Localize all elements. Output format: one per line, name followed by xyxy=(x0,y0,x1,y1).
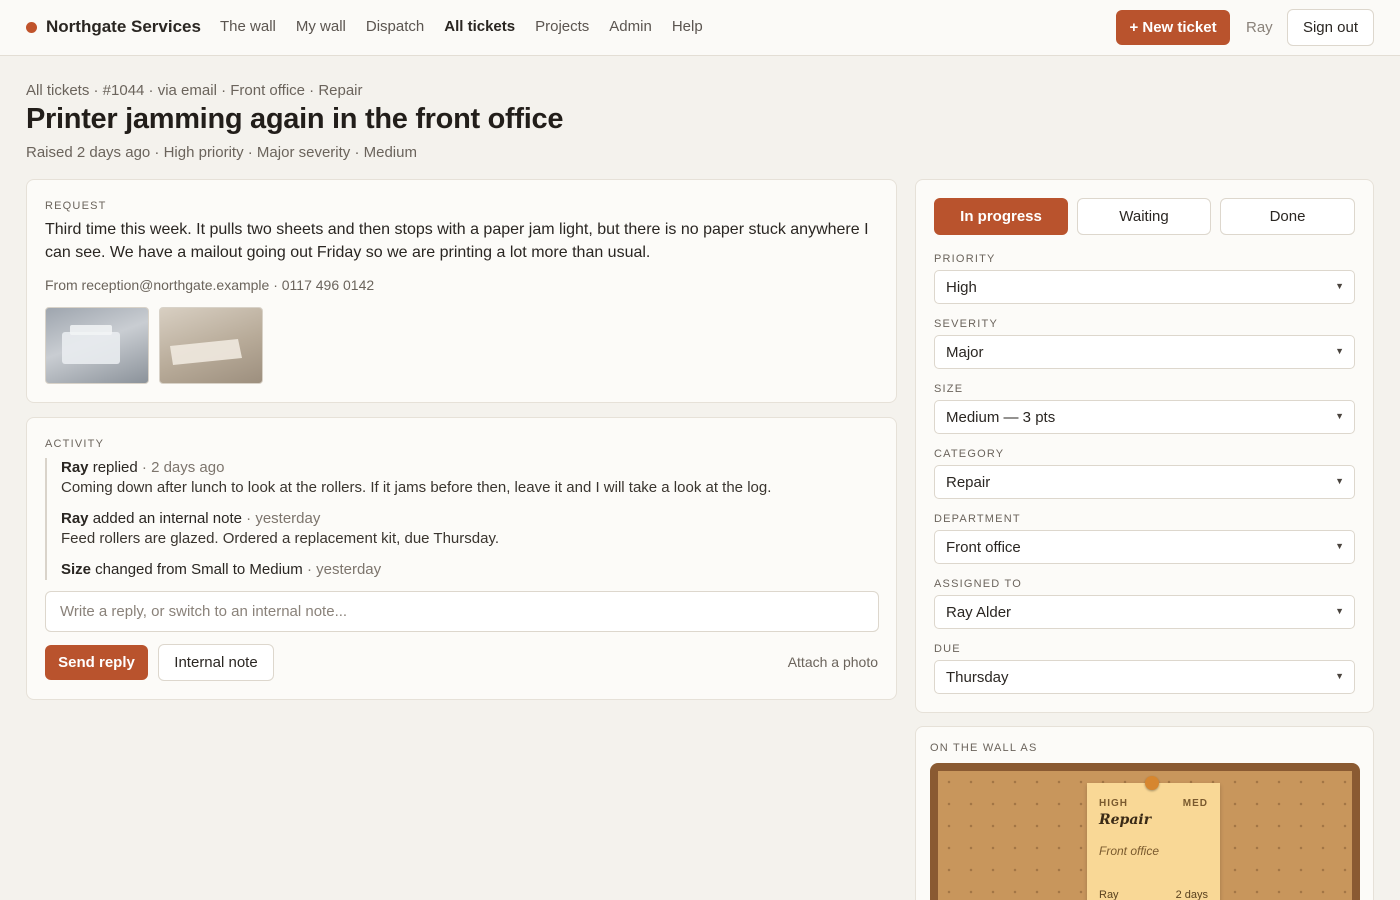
department-value: Front office xyxy=(946,539,1021,556)
entry-action: added an internal note xyxy=(88,510,242,527)
entry-time: · yesterday xyxy=(242,510,321,527)
activity-timeline: Ray replied · 2 days ago Coming down aft… xyxy=(45,458,885,580)
corkboard: HIGH MED Repair Front office Ray 2 days xyxy=(930,763,1360,900)
assigned-value: Ray Alder xyxy=(946,604,1012,621)
printer-photo-icon xyxy=(62,325,120,364)
nav-item-admin[interactable]: Admin xyxy=(609,18,652,35)
size-value: Medium — 3 pts xyxy=(946,409,1056,426)
sticky-department: Front office xyxy=(1099,844,1160,858)
nav-item-help[interactable]: Help xyxy=(672,18,703,35)
chevron-down-icon: ▼ xyxy=(1335,346,1344,356)
breadcrumb: All tickets · #1044 · via email · Front … xyxy=(26,82,363,99)
activity-entry: Size changed from Small to Medium · yest… xyxy=(61,560,885,580)
request-label: Request xyxy=(45,200,107,212)
pin-icon xyxy=(1145,776,1159,790)
chevron-down-icon: ▼ xyxy=(1335,281,1344,291)
severity-label: Severity xyxy=(934,318,999,330)
status-in-progress-button[interactable]: In progress xyxy=(934,198,1068,235)
photo-thumbnail-printer[interactable] xyxy=(45,307,149,384)
activity-entry: Ray added an internal note · yesterday F… xyxy=(61,509,885,549)
ticket-sticky-note[interactable]: HIGH MED Repair Front office Ray 2 days xyxy=(1087,776,1220,900)
department-select[interactable]: Front office ▼ xyxy=(934,530,1355,564)
reply-input[interactable] xyxy=(45,591,879,632)
status-waiting-button[interactable]: Waiting xyxy=(1077,198,1211,235)
request-from: From reception@northgate.example · 0117 … xyxy=(45,277,375,293)
category-select[interactable]: Repair ▼ xyxy=(934,465,1355,499)
main-nav: The wall My wall Dispatch All tickets Pr… xyxy=(220,18,703,35)
activity-card: Activity Ray replied · 2 days ago Coming… xyxy=(26,417,897,700)
chevron-down-icon: ▼ xyxy=(1335,606,1344,616)
due-value: Thursday xyxy=(946,669,1009,686)
sticky-age: 2 days xyxy=(1175,889,1208,900)
assigned-select[interactable]: Ray Alder ▼ xyxy=(934,595,1355,629)
entry-author: Size xyxy=(61,561,92,578)
request-text: Third time this week. It pulls two sheet… xyxy=(45,221,869,261)
current-user[interactable]: Ray xyxy=(1246,19,1273,36)
priority-select[interactable]: High ▼ xyxy=(934,270,1355,304)
chevron-down-icon: ▼ xyxy=(1335,411,1344,421)
wall-preview-card: On the wall as HIGH MED Repair Front off… xyxy=(915,726,1374,900)
category-value: Repair xyxy=(946,474,991,491)
sign-out-button[interactable]: Sign out xyxy=(1287,9,1374,46)
ticket-properties-card: In progress Waiting Done Priority High ▼… xyxy=(915,179,1374,713)
sticky-priority: HIGH xyxy=(1099,798,1128,809)
request-card: Request Third time this week. It pulls t… xyxy=(26,179,897,403)
nav-item-my-wall[interactable]: My wall xyxy=(296,18,346,35)
severity-value: Major xyxy=(946,344,984,361)
entry-time: · yesterday xyxy=(302,561,382,578)
chevron-down-icon: ▼ xyxy=(1335,541,1344,551)
status-done-button[interactable]: Done xyxy=(1220,198,1355,235)
priority-label: Priority xyxy=(934,253,996,265)
nav-item-all-tickets[interactable]: All tickets xyxy=(444,18,515,35)
internal-note-button[interactable]: Internal note xyxy=(158,644,274,681)
page-title: Printer jamming again in the front offic… xyxy=(26,103,564,135)
size-label: Size xyxy=(934,383,964,395)
new-ticket-button[interactable]: + New ticket xyxy=(1116,10,1230,45)
nav-item-the-wall[interactable]: The wall xyxy=(220,18,276,35)
top-navbar: Northgate Services The wall My wall Disp… xyxy=(0,0,1400,56)
assigned-label: Assigned to xyxy=(934,578,1022,590)
category-label: Category xyxy=(934,448,1005,460)
entry-time: · 2 days ago xyxy=(137,459,225,476)
due-select[interactable]: Thursday ▼ xyxy=(934,660,1355,694)
due-label: Due xyxy=(934,643,961,655)
entry-author: Ray xyxy=(61,510,89,527)
entry-body: Coming down after lunch to look at the r… xyxy=(61,479,772,496)
nav-item-projects[interactable]: Projects xyxy=(535,18,589,35)
entry-author: Ray xyxy=(61,459,89,476)
size-select[interactable]: Medium — 3 pts ▼ xyxy=(934,400,1355,434)
sticky-size: MED xyxy=(1182,798,1208,809)
attach-photo-link[interactable]: Attach a photo xyxy=(788,654,878,670)
entry-action: changed from Small to Medium xyxy=(91,561,303,578)
nav-item-dispatch[interactable]: Dispatch xyxy=(366,18,424,35)
wall-preview-label: On the wall as xyxy=(930,742,1038,754)
brand-name[interactable]: Northgate Services xyxy=(46,17,201,37)
photo-thumbnail-paper[interactable] xyxy=(159,307,263,384)
sticky-assignee: Ray xyxy=(1099,889,1119,900)
entry-action: replied xyxy=(88,459,138,476)
send-reply-button[interactable]: Send reply xyxy=(45,645,148,680)
activity-entry: Ray replied · 2 days ago Coming down aft… xyxy=(61,458,885,498)
paper-photo-icon xyxy=(170,339,242,365)
department-label: Department xyxy=(934,513,1021,525)
chevron-down-icon: ▼ xyxy=(1335,671,1344,681)
brand-dot-icon xyxy=(26,22,37,33)
activity-label: Activity xyxy=(45,438,105,450)
sticky-category: Repair xyxy=(1099,812,1152,828)
ticket-summary: Raised 2 days ago · High priority · Majo… xyxy=(26,144,417,161)
severity-select[interactable]: Major ▼ xyxy=(934,335,1355,369)
priority-value: High xyxy=(946,279,977,296)
entry-body: Feed rollers are glazed. Ordered a repla… xyxy=(61,530,500,547)
chevron-down-icon: ▼ xyxy=(1335,476,1344,486)
